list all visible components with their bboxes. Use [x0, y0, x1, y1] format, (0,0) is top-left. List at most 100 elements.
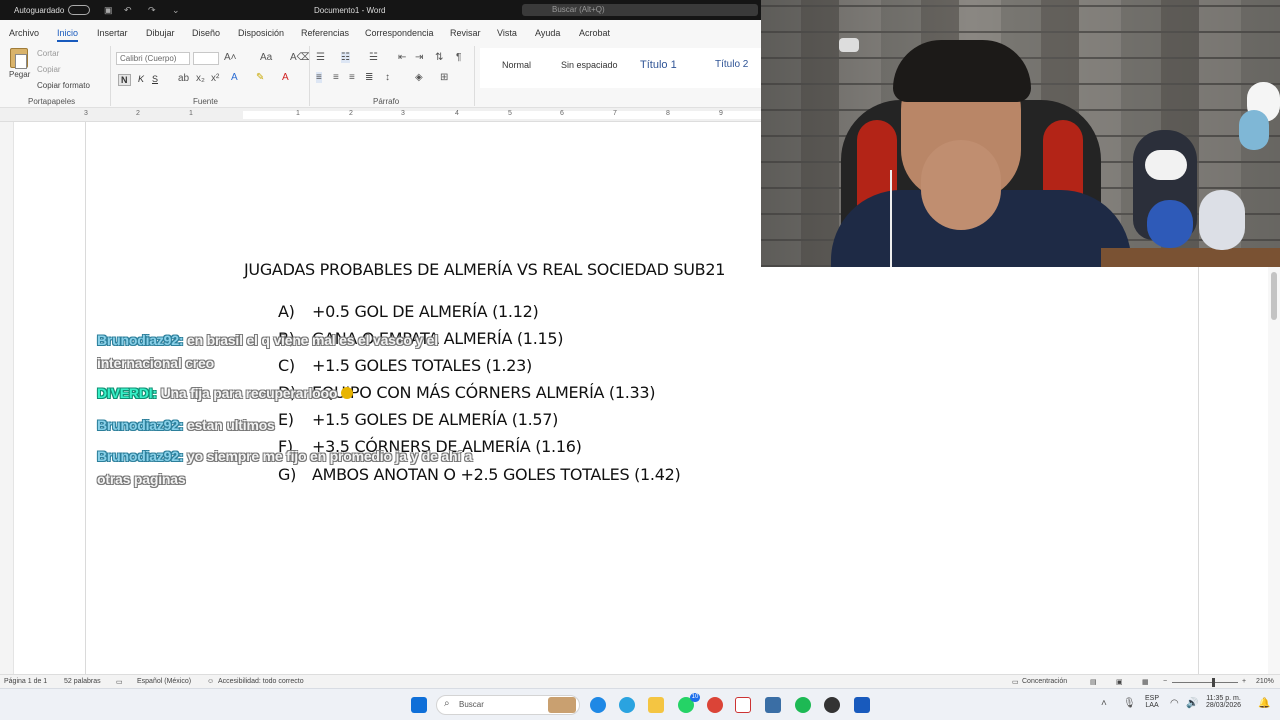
chrome-icon[interactable] — [707, 697, 723, 713]
numbering-icon[interactable]: ☷ — [341, 52, 350, 63]
language-switcher[interactable]: ESP LAA — [1145, 695, 1159, 709]
strikethrough-icon[interactable]: ab — [178, 73, 189, 84]
word-icon[interactable] — [854, 697, 870, 713]
customize-icon[interactable]: ⌄ — [172, 5, 180, 16]
superscript-icon[interactable]: x² — [211, 73, 219, 84]
highlight-icon[interactable]: ✎ — [256, 72, 264, 83]
microphone-icon[interactable]: 🎙 — [1123, 698, 1136, 709]
tab-ayuda[interactable]: Ayuda — [535, 28, 560, 38]
document-heading[interactable]: JUGADAS PROBABLES DE ALMERÍA VS REAL SOC… — [244, 260, 725, 279]
shading-icon[interactable]: ◈ — [415, 72, 423, 83]
accessibility-status[interactable]: Accesibilidad: todo correcto — [218, 678, 304, 685]
focus-icon[interactable]: ▭ — [1012, 678, 1019, 686]
file-explorer-icon[interactable] — [648, 697, 664, 713]
edge-icon[interactable] — [590, 697, 606, 713]
print-layout-icon[interactable]: ▣ — [1116, 678, 1123, 686]
zoom-slider-knob[interactable] — [1212, 678, 1215, 687]
tab-correspondencia[interactable]: Correspondencia — [365, 28, 434, 38]
align-right-icon[interactable]: ≡ — [349, 72, 355, 83]
undo-icon[interactable]: ↶ — [124, 5, 132, 16]
windows-start-icon[interactable] — [411, 697, 427, 713]
font-color-icon[interactable]: A — [282, 72, 289, 83]
spotify-icon[interactable] — [795, 697, 811, 713]
chevron-up-icon[interactable]: ˄ — [1101, 698, 1107, 709]
obs-icon[interactable] — [824, 697, 840, 713]
notification-bell-icon[interactable]: 🔔 — [1258, 698, 1270, 709]
network-icon[interactable]: ◠ — [1170, 698, 1179, 709]
calculator-icon[interactable] — [765, 697, 781, 713]
underline-button[interactable]: S — [152, 74, 158, 84]
sort-icon[interactable]: ⇅ — [435, 52, 443, 63]
cut-button[interactable]: Cortar — [37, 49, 59, 58]
tab-revisar[interactable]: Revisar — [450, 28, 481, 38]
style-heading-1[interactable]: Título 1 — [640, 59, 677, 71]
style-no-spacing[interactable]: Sin espaciado — [561, 60, 618, 70]
decrease-indent-icon[interactable]: ⇤ — [398, 52, 406, 63]
format-painter-button[interactable]: Copiar formato — [37, 81, 90, 90]
autosave-toggle[interactable] — [68, 5, 90, 15]
tab-acrobat[interactable]: Acrobat — [579, 28, 610, 38]
tab-insertar[interactable]: Insertar — [97, 28, 128, 38]
web-layout-icon[interactable]: ▦ — [1142, 678, 1149, 686]
read-mode-icon[interactable]: ▤ — [1090, 678, 1097, 686]
clock[interactable]: 11:35 p. m. 28/03/2026 — [1206, 695, 1241, 709]
page-count[interactable]: Página 1 de 1 — [4, 678, 47, 685]
grow-font-icon[interactable]: A˄ — [224, 52, 237, 63]
paste-icon[interactable] — [10, 48, 28, 69]
subscript-icon[interactable]: x₂ — [196, 73, 205, 84]
tab-disposicion[interactable]: Disposición — [238, 28, 284, 38]
search-highlight-icon[interactable] — [548, 697, 576, 713]
zoom-in-icon[interactable]: + — [1242, 678, 1246, 685]
borders-icon[interactable]: ⊞ — [440, 72, 448, 83]
pilcrow-icon[interactable]: ¶ — [456, 52, 461, 63]
tab-inicio[interactable]: Inicio — [57, 28, 79, 42]
increase-indent-icon[interactable]: ⇥ — [415, 52, 423, 63]
proofing-icon[interactable]: ▭ — [116, 678, 123, 686]
italic-button[interactable]: K — [138, 74, 144, 84]
language-indicator[interactable]: Español (México) — [137, 678, 191, 685]
tab-vista[interactable]: Vista — [497, 28, 517, 38]
zoom-out-icon[interactable]: − — [1163, 678, 1167, 685]
tab-diseno[interactable]: Diseño — [192, 28, 220, 38]
font-family-select[interactable]: Calibri (Cuerpo) — [116, 52, 190, 65]
chat-text: yo siempre me fijo en promedio ja y de a… — [186, 448, 473, 464]
ribbon-separator — [110, 46, 111, 106]
tab-dibujar[interactable]: Dibujar — [146, 28, 175, 38]
focus-mode[interactable]: Concentración — [1022, 678, 1067, 685]
tab-archivo[interactable]: Archivo — [9, 28, 39, 38]
style-normal[interactable]: Normal — [502, 60, 531, 70]
option-row[interactable]: G) AMBOS ANOTAN O +2.5 GOLES TOTALES (1.4… — [278, 465, 681, 484]
chat-username: Brunodiaz92: — [97, 332, 184, 348]
search-box[interactable]: Buscar (Alt+Q) — [522, 4, 758, 16]
zoom-slider[interactable] — [1172, 682, 1238, 683]
tab-referencias[interactable]: Referencias — [301, 28, 349, 38]
telegram-icon[interactable] — [619, 697, 635, 713]
scrollbar-thumb[interactable] — [1271, 272, 1277, 320]
copy-button[interactable]: Copiar — [37, 65, 61, 74]
option-row[interactable]: E) +1.5 GOLES DE ALMERÍA (1.57) — [278, 410, 558, 429]
style-heading-2[interactable]: Título 2 — [715, 59, 748, 70]
change-case-icon[interactable]: Aa — [260, 52, 272, 63]
text-effects-icon[interactable]: A — [231, 72, 238, 83]
volume-icon[interactable]: 🔊 — [1186, 698, 1198, 709]
clear-format-icon[interactable]: A⌫ — [290, 52, 311, 63]
plush-blue — [1147, 200, 1193, 248]
font-size-select[interactable] — [193, 52, 219, 65]
multilevel-list-icon[interactable]: ☱ — [369, 52, 378, 63]
word-count[interactable]: 52 palabras — [64, 678, 101, 685]
zoom-level[interactable]: 210% — [1256, 678, 1274, 685]
chat-text: otras paginas — [97, 471, 186, 487]
bold-button[interactable]: N — [118, 74, 131, 86]
option-row[interactable]: A) +0.5 GOL DE ALMERÍA (1.12) — [278, 302, 539, 321]
save-icon[interactable]: ▣ — [104, 5, 113, 16]
text-editor-icon[interactable] — [735, 697, 751, 713]
justify-icon[interactable]: ≣ — [365, 72, 373, 83]
paste-button[interactable]: Pegar — [9, 70, 30, 79]
align-left-icon[interactable]: ≡ — [316, 72, 322, 83]
option-row[interactable]: C) +1.5 GOLES TOTALES (1.23) — [278, 356, 532, 375]
bullets-icon[interactable]: ☰ — [316, 52, 325, 63]
redo-icon[interactable]: ↷ — [148, 5, 156, 16]
align-center-icon[interactable]: ≡ — [333, 72, 339, 83]
accessibility-icon[interactable]: ☺ — [207, 678, 214, 685]
line-spacing-icon[interactable]: ↕ — [385, 72, 390, 83]
